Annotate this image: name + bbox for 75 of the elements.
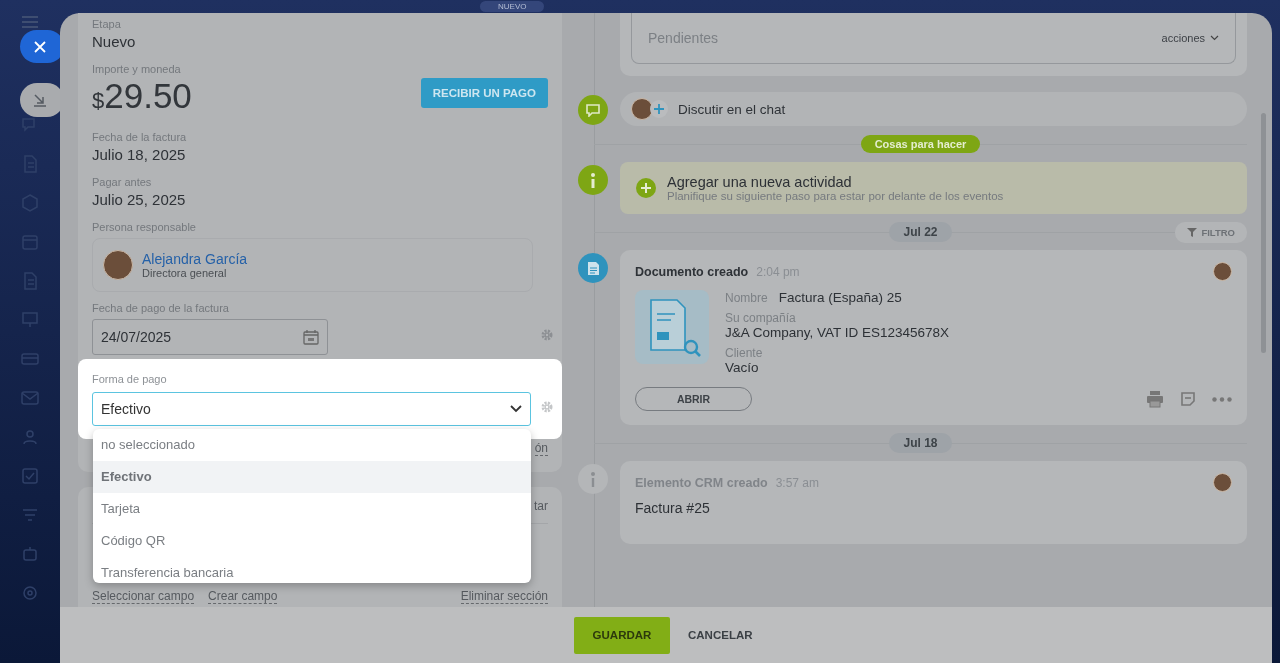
section-link[interactable]: ón <box>534 441 548 456</box>
scrollbar[interactable] <box>1261 113 1266 353</box>
info-icon <box>578 464 608 494</box>
avatar-icon <box>1213 473 1232 492</box>
note-icon[interactable] <box>1180 391 1196 407</box>
event-text: Factura #25 <box>635 500 711 518</box>
activity-subtitle: Planifique su siguiente paso para estar por delante de los eventos <box>667 190 1004 202</box>
field-value: Julio 25, 2025 <box>92 190 187 210</box>
field-label: Etapa <box>92 17 122 31</box>
add-activity-card[interactable]: Agregar una nueva actividad Planifique su siguiente paso para estar por delante de los eventos <box>620 162 1247 214</box>
payment-method-select[interactable]: Efectivo <box>92 392 531 426</box>
board-icon[interactable] <box>20 310 40 330</box>
filter-button[interactable]: FILTRO <box>1175 221 1247 243</box>
section-link[interactable]: tar <box>534 499 548 513</box>
chevron-down-icon <box>1210 35 1219 41</box>
info-icon <box>578 165 608 195</box>
document-field-label: Su compañía <box>725 311 797 325</box>
chat-icon <box>578 95 608 125</box>
field-label: Pagar antes <box>92 175 153 189</box>
person-name-link[interactable]: Alejandra García <box>142 251 248 267</box>
field-label: Fecha de pago de la factura <box>92 301 230 315</box>
field-value: Julio 18, 2025 <box>92 145 187 165</box>
avatar-icon <box>631 98 653 120</box>
date-badge: Jul 18 <box>889 433 952 453</box>
event-title: Documento creado <box>635 264 749 279</box>
chevron-down-icon <box>510 405 522 413</box>
field-label: Persona responsable <box>92 220 197 234</box>
document-field-value: J&A Company, VAT ID ES12345678X <box>725 325 950 340</box>
check-icon[interactable] <box>20 466 40 486</box>
document-icon <box>578 253 608 283</box>
status-badge: NUEVO <box>480 1 545 12</box>
section-link[interactable]: Seleccionar campo <box>92 589 195 604</box>
chat-bar[interactable]: Discutir en el chat <box>620 92 1247 126</box>
todo-badge: Cosas para hacer <box>860 135 981 153</box>
dropdown-option[interactable]: Tarjeta <box>93 493 531 525</box>
field-label: Fecha de la factura <box>92 130 188 144</box>
more-icon[interactable] <box>1212 396 1232 402</box>
cancel-button[interactable]: CANCELAR <box>682 628 759 642</box>
dropdown-option[interactable]: no seleccionado <box>93 429 531 461</box>
receive-payment-button[interactable]: RECIBIR UN PAGO <box>420 77 548 108</box>
field-label: Forma de pago <box>92 373 167 385</box>
person-role: Directora general <box>142 267 228 279</box>
dropdown-option[interactable]: Efectivo <box>93 461 531 493</box>
document-field-label: Cliente <box>725 346 764 360</box>
collapse-icon <box>33 93 47 107</box>
add-icon <box>650 100 668 118</box>
document-field-label: Nombre <box>725 291 768 305</box>
delete-section-link[interactable]: Eliminar sección <box>460 589 548 604</box>
activity-title: Agregar una nueva actividad <box>667 174 853 190</box>
date-badge: Jul 22 <box>889 222 952 242</box>
pending-field[interactable]: Pendientes acciones <box>631 13 1236 64</box>
people-icon[interactable] <box>20 427 40 447</box>
date-input[interactable]: 24/07/2025 <box>92 319 328 355</box>
document-preview-icon <box>635 290 709 364</box>
field-value: Nuevo <box>92 32 137 52</box>
document-field-value: Factura (España) 25 <box>778 290 902 305</box>
filter-icon <box>1187 227 1198 237</box>
avatar-icon <box>103 250 133 280</box>
dropdown-option[interactable]: Código QR <box>93 525 531 557</box>
dropdown-option[interactable]: Transferencia bancaria <box>93 557 531 583</box>
add-icon <box>636 178 656 198</box>
amount-value: $29.50 <box>92 76 192 117</box>
print-icon[interactable] <box>1146 390 1164 408</box>
section-link[interactable]: Crear campo <box>208 589 278 604</box>
robot-icon[interactable] <box>20 544 40 564</box>
avatar-icon <box>1213 262 1232 281</box>
document-field-value: Vacío <box>725 360 760 375</box>
save-button[interactable]: GUARDAR <box>574 616 670 654</box>
calendar-icon[interactable] <box>303 329 319 345</box>
menu-icon[interactable] <box>22 16 38 28</box>
chat-label: Discutir en el chat <box>678 101 786 117</box>
mail-icon[interactable] <box>20 388 40 408</box>
cal-icon[interactable] <box>20 232 40 252</box>
hex-icon[interactable] <box>20 193 40 213</box>
close-icon <box>34 40 46 53</box>
